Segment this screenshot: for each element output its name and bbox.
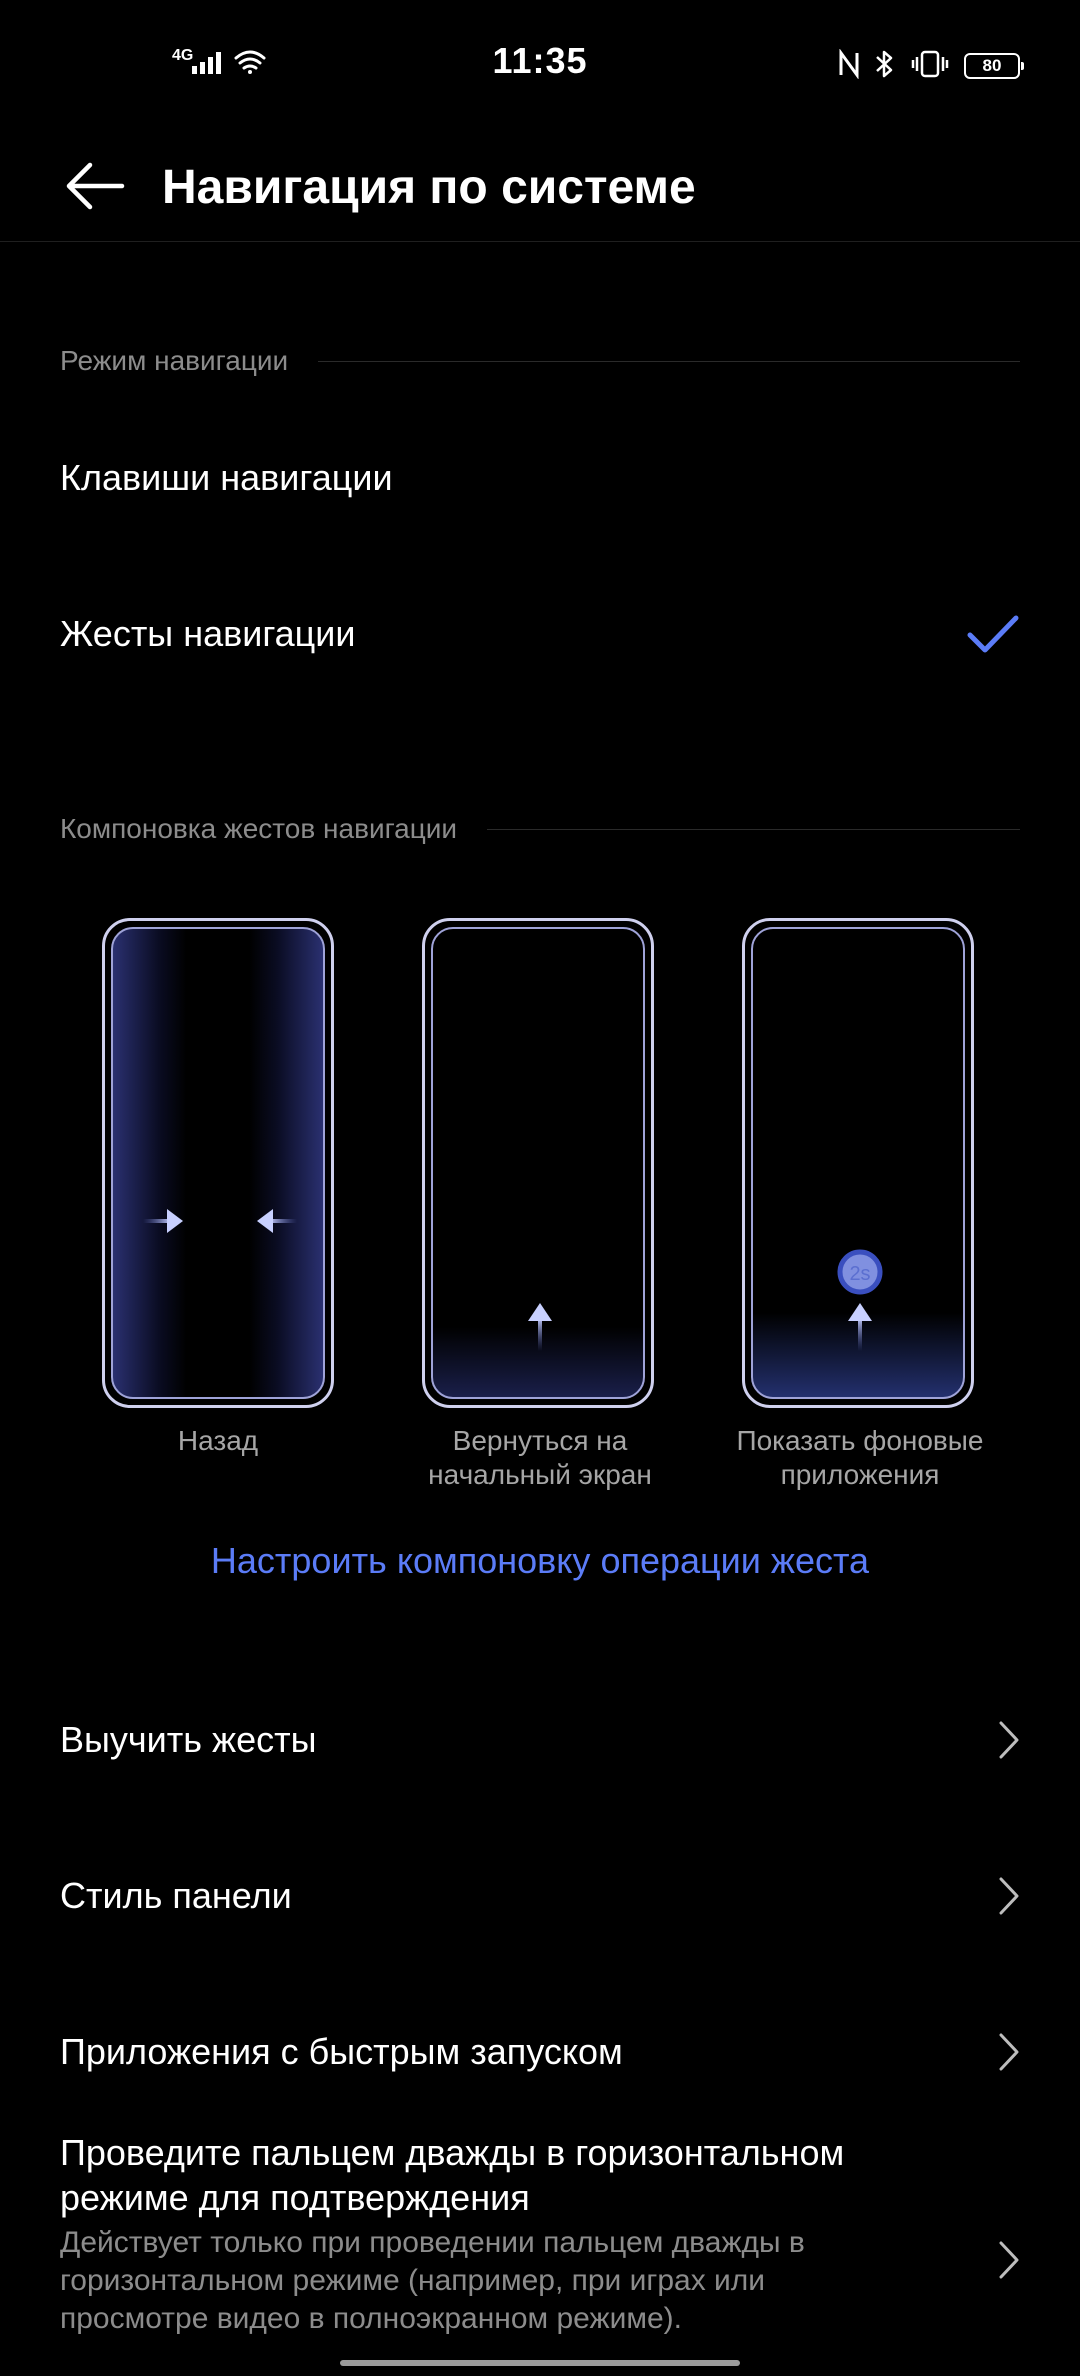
nfc-icon [838,47,860,84]
menu-item-label: Стиль панели [60,1875,292,1916]
gesture-home-label: Вернуться на начальный экран [428,1425,652,1490]
swipe-up-hold-icon: 2s [837,1249,883,1351]
option-nav-keys[interactable]: Клавиши навигации [60,428,1020,528]
menu-item-description: Действует только при проведении пальцем … [60,2226,805,2335]
menu-item-quick-launch-apps[interactable]: Приложения с быстрым запуском [60,2002,1020,2102]
section-header-nav-mode: Режим навигации [60,345,1020,377]
divider [0,241,1080,242]
signal-bar [192,66,197,74]
menu-item-double-swipe-landscape[interactable]: Проведите пальцем дважды в горизонтально… [60,2130,1020,2338]
gesture-recents-label: Показать фоновые приложения [736,1425,984,1490]
gesture-illustrations: Назад Вернуться на начальный экран 2s По… [0,918,1080,1518]
home-indicator[interactable] [340,2360,740,2366]
gesture-home-illustration[interactable] [422,918,654,1408]
hold-duration-label: 2s [849,1263,870,1285]
option-label: Жесты навигации [60,613,356,654]
customize-gesture-link[interactable]: Настроить компоновку операции жеста [0,1540,1080,1582]
vibrate-icon [910,49,950,84]
signal-bar [216,52,221,74]
section-header-gesture-layout: Компоновка жестов навигации [60,813,1020,845]
menu-item-panel-style[interactable]: Стиль панели [60,1846,1020,1946]
gesture-recents-illustration[interactable]: 2s [742,918,974,1408]
clock: 11:35 [492,40,588,81]
divider [487,828,1020,830]
chevron-right-icon [960,1866,1020,1926]
menu-item-learn-gestures[interactable]: Выучить жесты [60,1690,1020,1790]
section-title: Компоновка жестов навигации [60,813,458,844]
menu-item-label: Проведите пальцем дважды в горизонтально… [60,2132,845,2218]
divider [318,360,1020,362]
network-type-label: 4G [172,47,193,64]
battery-icon: 80 [964,53,1024,79]
section-title: Режим навигации [60,345,289,376]
back-button[interactable] [60,146,140,226]
arrow-left-icon [66,162,125,210]
battery-level: 80 [982,56,1002,75]
swipe-inward-arrows-icon [143,1209,297,1233]
gesture-back-illustration[interactable] [102,918,334,1408]
chevron-right-icon [998,2240,1020,2285]
checkmark-icon [960,604,1020,664]
network-indicator: 4G [172,44,282,84]
chevron-right-icon [960,1710,1020,1770]
gesture-back-label: Назад [177,1425,259,1456]
menu-item-label: Выучить жесты [60,1719,317,1760]
chevron-right-icon [960,2022,1020,2082]
page-title: Навигация по системе [162,161,696,214]
bluetooth-icon [874,48,896,85]
option-nav-gestures[interactable]: Жесты навигации [60,584,1020,684]
option-label: Клавиши навигации [60,457,393,498]
menu-item-label: Приложения с быстрым запуском [60,2031,623,2072]
app-bar: Навигация по системе [0,130,1080,242]
signal-bar [200,62,205,74]
wifi-icon [234,50,266,74]
swipe-up-arrow-icon [528,1303,552,1351]
signal-bar [208,57,213,74]
status-icons: 80 [838,47,1024,85]
status-bar: 4G 11:35 80 [0,0,1080,130]
